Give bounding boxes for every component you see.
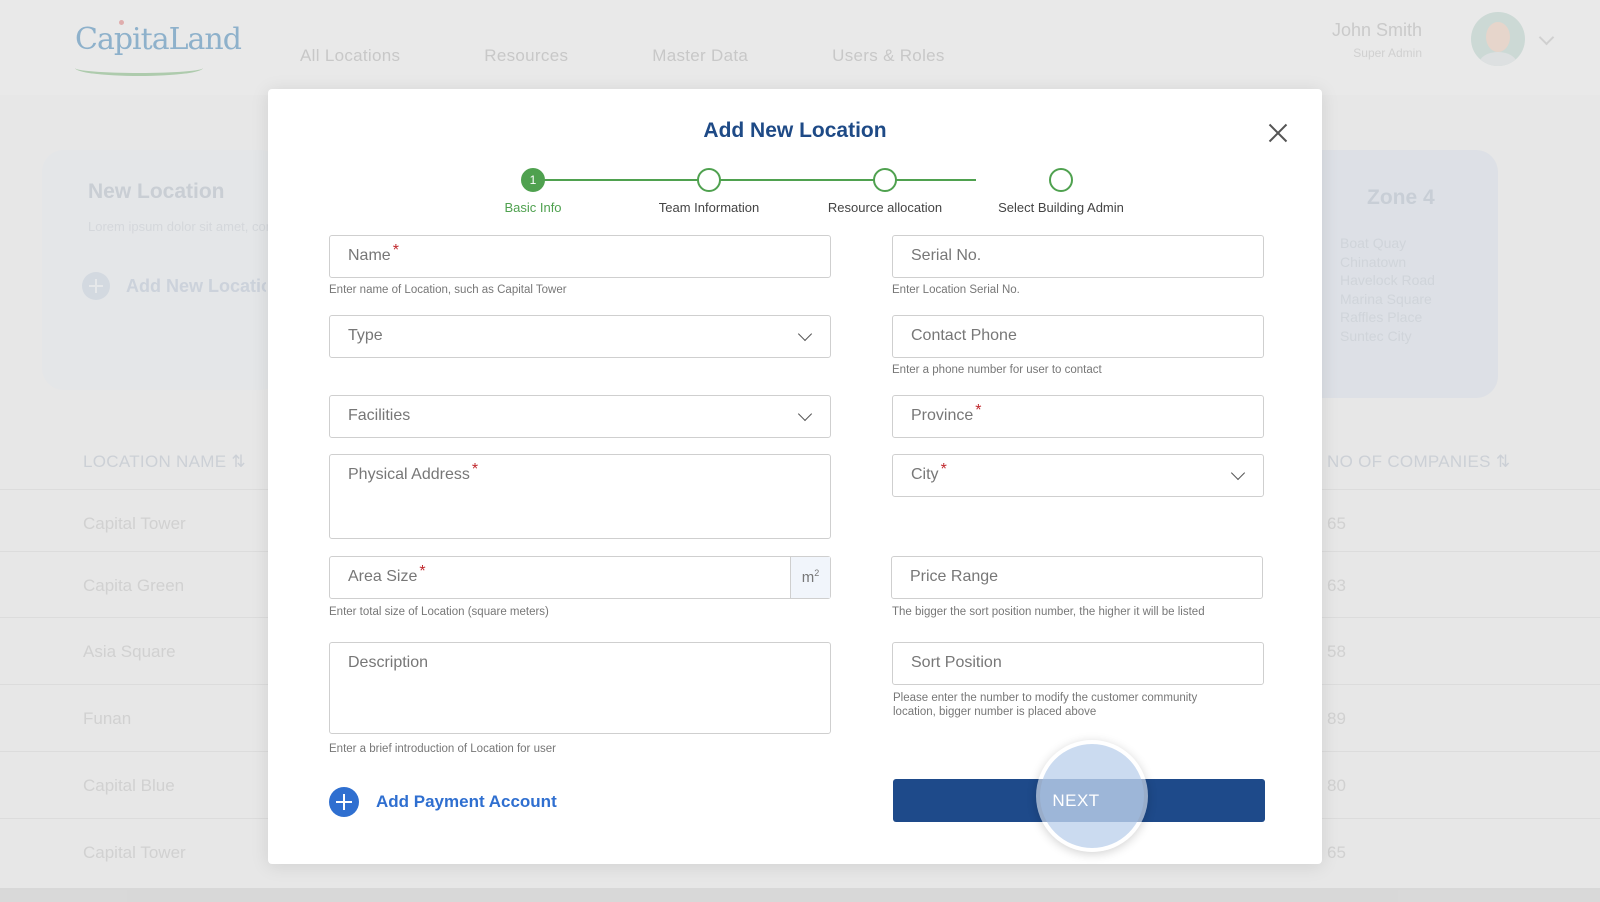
step-1-label: Basic Info [504, 200, 562, 215]
name-help: Enter name of Location, such as Capital … [329, 284, 567, 296]
step-4-dot[interactable] [1049, 168, 1073, 192]
name-placeholder: Name * [348, 242, 399, 264]
stepper-line [533, 179, 976, 181]
step-2-dot[interactable] [697, 168, 721, 192]
contact-phone-help: Enter a phone number for user to contact [892, 364, 1102, 376]
description-placeholder: Description [348, 654, 429, 671]
step-3-label: Resource allocation [827, 200, 943, 215]
type-placeholder: Type [348, 327, 383, 344]
step-4-label: Select Building Admin [998, 200, 1124, 215]
price-range-help: The bigger the sort position number, the… [892, 606, 1205, 618]
close-icon[interactable] [1268, 123, 1288, 143]
physical-address-placeholder: Physical Address * [348, 461, 479, 483]
area-unit-addon: m2 [790, 557, 830, 598]
step-1-dot[interactable]: 1 [521, 168, 545, 192]
sort-position-input[interactable]: Sort Position [892, 642, 1264, 685]
facilities-placeholder: Facilities [348, 407, 411, 424]
serial-no-input[interactable]: Serial No. [892, 235, 1264, 278]
add-location-modal: Add New Location 1 Basic Info Team Infor… [268, 89, 1322, 864]
chevron-down-icon [1230, 465, 1246, 481]
next-button-label: NEXT [1052, 791, 1100, 810]
area-size-placeholder: Area Size * [348, 563, 426, 585]
serial-no-placeholder: Serial No. [911, 247, 982, 264]
province-placeholder: Province * [911, 402, 982, 424]
add-payment-account-button[interactable]: Add Payment Account [329, 787, 557, 817]
area-size-input[interactable]: Area Size * m2 [329, 556, 831, 599]
city-placeholder: City * [911, 461, 947, 483]
physical-address-input[interactable]: Physical Address * [329, 454, 831, 539]
price-range-input[interactable]: Price Range [891, 556, 1263, 599]
area-size-help: Enter total size of Location (square met… [329, 606, 549, 618]
add-payment-account-label: Add Payment Account [376, 792, 557, 811]
step-2-label: Team Information [658, 200, 760, 215]
chevron-down-icon [797, 326, 813, 342]
chevron-down-icon [797, 406, 813, 422]
contact-phone-placeholder: Contact Phone [911, 327, 1017, 344]
sort-position-help: Please enter the number to modify the cu… [893, 692, 1198, 718]
name-input[interactable]: Name * [329, 235, 831, 278]
facilities-select[interactable]: Facilities [329, 395, 831, 438]
province-input[interactable]: Province * [892, 395, 1264, 438]
description-help: Enter a brief introduction of Location f… [329, 743, 556, 755]
modal-title: Add New Location [703, 119, 887, 142]
city-select[interactable]: City * [892, 454, 1264, 497]
type-select[interactable]: Type [329, 315, 831, 358]
step-3-dot[interactable] [873, 168, 897, 192]
contact-phone-input[interactable]: Contact Phone [892, 315, 1264, 358]
description-input[interactable]: Description [329, 642, 831, 734]
sort-position-placeholder: Sort Position [911, 654, 1002, 671]
price-range-placeholder: Price Range [910, 568, 999, 585]
serial-no-help: Enter Location Serial No. [892, 284, 1020, 296]
plus-circle-icon [329, 787, 359, 817]
